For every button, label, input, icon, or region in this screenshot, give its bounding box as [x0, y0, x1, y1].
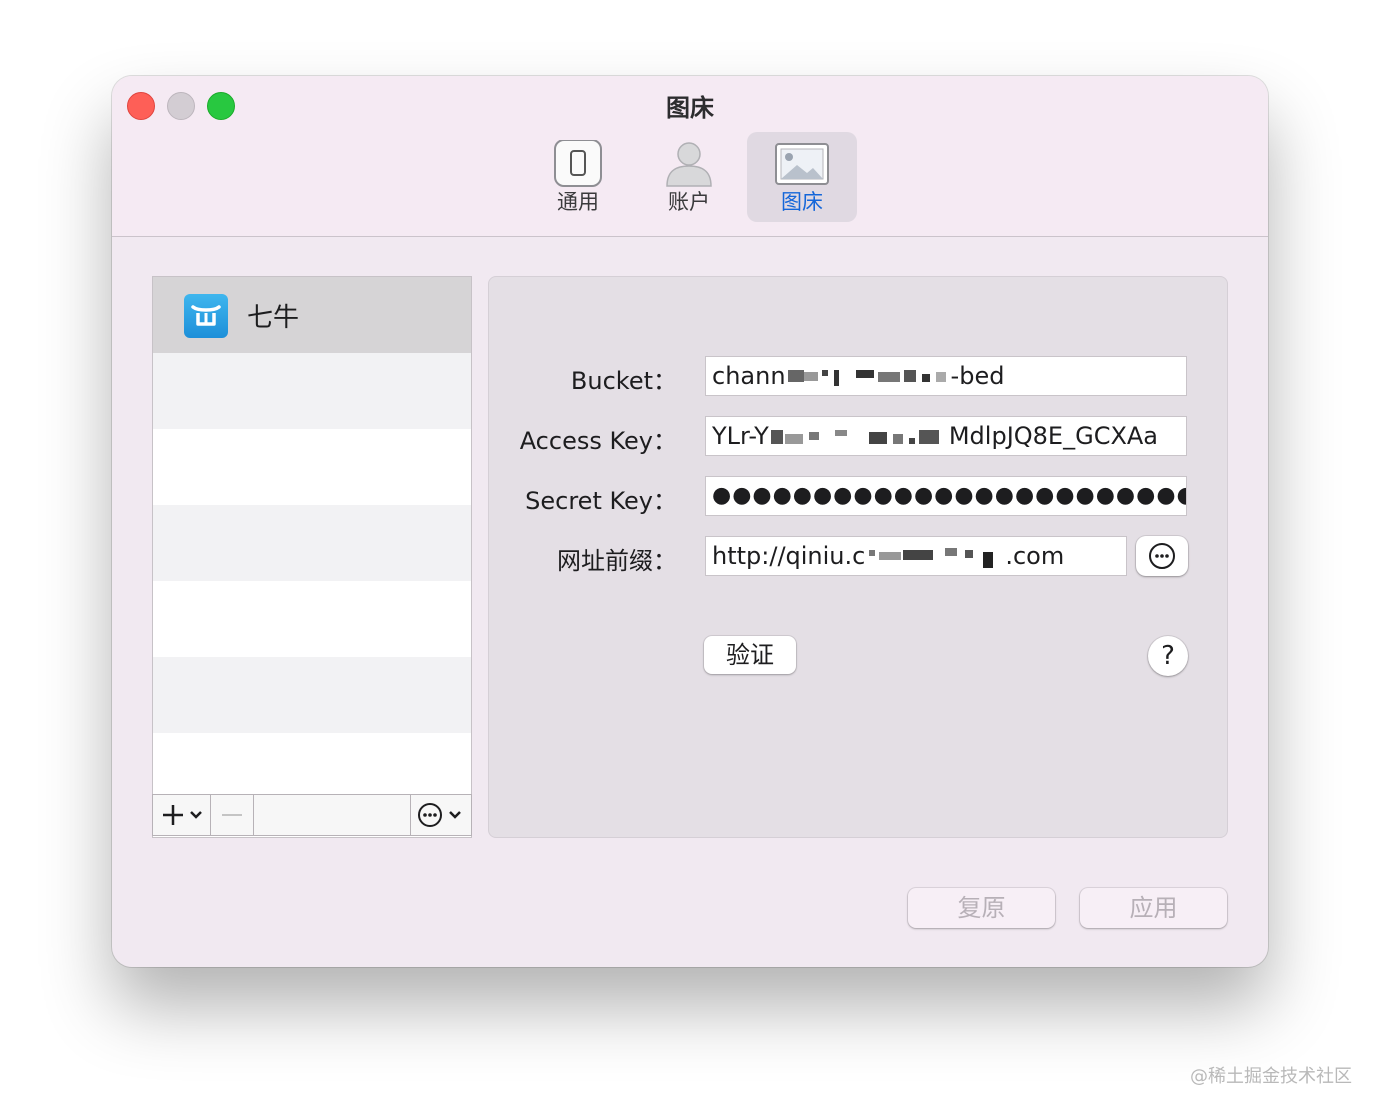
url-prefix-value-start: http://qiniu.c — [712, 542, 866, 570]
tab-account[interactable]: 账户 — [634, 132, 744, 222]
access-key-label: Access Key： — [519, 427, 677, 455]
list-row-empty — [153, 353, 471, 429]
tab-image-bed[interactable]: 图床 — [747, 132, 857, 222]
access-key-field[interactable]: YLr-Y MdlpJQ8E_GCXAa — [705, 416, 1187, 456]
titlebar: 图床 通用 账户 图床 — [112, 76, 1268, 237]
url-prefix-field[interactable]: http://qiniu.c .com — [705, 536, 1127, 576]
bucket-field[interactable]: chann -bed — [705, 356, 1187, 396]
ellipsis-circle-icon — [1149, 543, 1175, 569]
list-row-empty — [153, 429, 471, 505]
verify-button[interactable]: 验证 — [704, 636, 796, 674]
list-row-empty — [153, 581, 471, 657]
tab-general[interactable]: 通用 — [523, 132, 633, 222]
plus-chevron-icon — [163, 805, 202, 825]
remove-service-button[interactable] — [211, 795, 254, 835]
watermark: @稀土掘金技术社区 — [1190, 1066, 1352, 1087]
preferences-window: 图床 通用 账户 图床 七牛 Bucket： chann -bed Access… — [112, 76, 1268, 967]
image-icon — [775, 143, 829, 185]
access-key-value-end: MdlpJQ8E_GCXAa — [948, 422, 1159, 450]
add-service-button[interactable] — [153, 795, 211, 835]
tab-account-label: 账户 — [668, 190, 710, 214]
window-title: 图床 — [666, 94, 714, 122]
ellipsis-chevron-icon — [418, 803, 461, 827]
restore-button[interactable]: 复原 — [908, 888, 1055, 928]
minus-icon — [222, 814, 242, 816]
more-actions-button[interactable] — [410, 795, 471, 835]
access-key-value-start: YLr-Y — [712, 422, 769, 450]
apply-button[interactable]: 应用 — [1080, 888, 1227, 928]
bucket-label: Bucket： — [570, 367, 677, 395]
redacted-text — [787, 370, 946, 386]
help-button[interactable]: ? — [1148, 636, 1188, 676]
redacted-text — [869, 548, 994, 568]
list-item-label: 七牛 — [247, 303, 300, 333]
list-row-empty — [153, 505, 471, 581]
url-prefix-value-end: .com — [1005, 542, 1065, 570]
url-prefix-label: 网址前缀： — [557, 547, 677, 575]
tab-general-label: 通用 — [557, 190, 599, 214]
redacted-text — [770, 430, 939, 444]
url-options-button[interactable] — [1136, 536, 1188, 576]
qiniu-logo — [184, 294, 228, 338]
list-item-qiniu[interactable]: 七牛 — [153, 277, 471, 353]
secret-key-label: Secret Key： — [525, 487, 677, 515]
settings-form: Bucket： chann -bed Access Key： YLr-Y Mdl… — [488, 276, 1228, 838]
list-row-empty — [153, 657, 471, 733]
user-icon — [666, 142, 712, 187]
list-toolbar — [152, 794, 472, 836]
phone-icon — [554, 140, 602, 187]
service-list: 七牛 — [152, 276, 472, 838]
bucket-value-start: chann — [712, 362, 786, 390]
bucket-value-end: -bed — [950, 362, 1005, 390]
tab-image-bed-label: 图床 — [781, 190, 823, 214]
secret-key-field[interactable]: ●●●●●●●●●●●●●●●●●●●●●●●●●●●●● — [705, 476, 1187, 516]
